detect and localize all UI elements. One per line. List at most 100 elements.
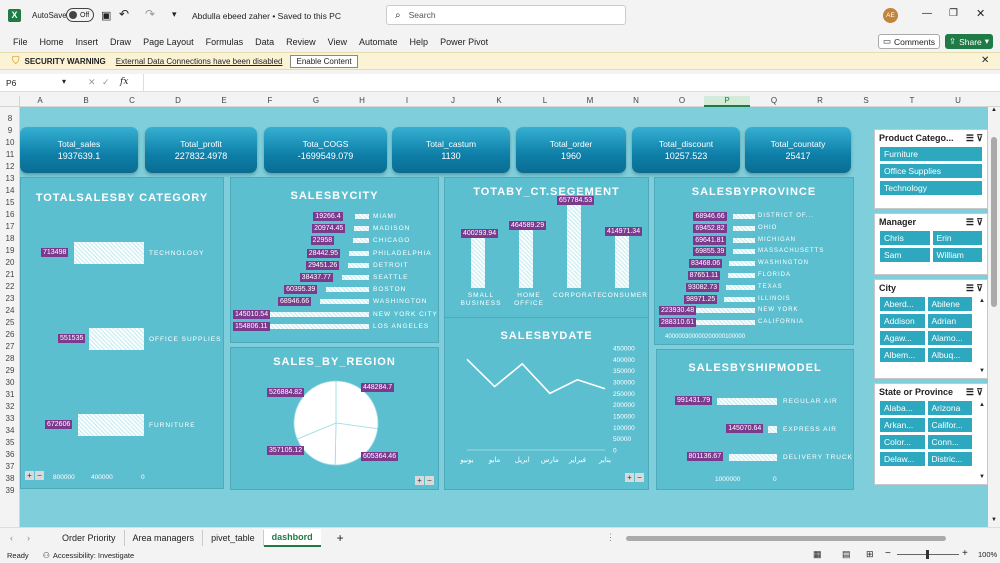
column-header[interactable]: U [950,96,966,107]
slicer-item[interactable]: Chris [879,230,931,246]
column-header[interactable]: D [170,96,186,107]
share-button[interactable]: ⇪ Share ▾ [945,34,993,49]
bar-province[interactable] [728,261,755,267]
slicer-item[interactable]: Albem... [879,347,926,363]
ribbon-tab[interactable]: File [13,37,28,47]
ribbon-tab[interactable]: Insert [76,37,99,47]
select-all-corner[interactable] [0,96,20,107]
scroll-up-icon[interactable]: ▲ [979,298,985,304]
bar-city[interactable] [348,250,369,256]
column-header[interactable]: J [445,96,461,107]
bar-segment[interactable] [519,228,533,288]
series-line[interactable] [466,358,606,395]
kpi-total-cogs[interactable]: Tota_COGS -1699549.079 [264,127,387,173]
column-header[interactable]: C [124,96,140,107]
scroll-up-icon[interactable]: ▲ [979,402,985,408]
comments-button[interactable]: ▭ Comments [878,34,940,49]
collapse-icon[interactable]: − [635,473,644,482]
column-header[interactable]: O [674,96,690,107]
column-header[interactable]: L [537,96,553,107]
zoom-out-icon[interactable]: − [885,548,891,559]
slicer-item[interactable]: Arizona [926,400,973,416]
close-icon[interactable]: ✕ [976,7,985,20]
column-header[interactable]: E [216,96,232,107]
ribbon-tab[interactable]: Draw [110,37,131,47]
column-header[interactable]: F [262,96,278,107]
slicer-item[interactable]: Conn... [926,434,973,450]
row-header[interactable]: 11 [0,150,20,159]
slicer-item[interactable]: Abilene [926,296,973,312]
row-header[interactable]: 29 [0,366,20,375]
avatar[interactable]: AE [883,8,898,23]
scroll-down-icon[interactable]: ▼ [979,368,985,374]
kpi-total-sales[interactable]: Total_sales 1937639.1 [20,127,138,173]
row-header[interactable]: 15 [0,198,20,207]
collapse-icon[interactable]: − [425,476,434,485]
autosave-toggle[interactable]: Off [66,8,94,22]
expand-icon[interactable]: + [415,476,424,485]
row-header[interactable]: 17 [0,222,20,231]
sheet-tab[interactable]: pivet_table [203,529,264,546]
kpi-total-quantity[interactable]: Total_countaty 25417 [745,127,851,173]
bar-office-supplies[interactable] [89,328,144,350]
row-header[interactable]: 13 [0,174,20,183]
ribbon-tab[interactable]: Review [286,37,316,47]
row-header[interactable]: 21 [0,270,20,279]
scroll-up-icon[interactable]: ▲ [991,107,997,113]
column-header[interactable]: M [582,96,598,107]
bar-province[interactable] [733,249,755,255]
row-header[interactable]: 14 [0,186,20,195]
bar-province[interactable] [727,273,755,278]
filter-icon[interactable]: ☰ ⊽ [966,283,983,293]
chart-sales-by-province[interactable]: SALESBYPROVINCE 68946.66 DISTRICT OF... 69… [654,177,854,345]
slicer-manager[interactable]: Manager ☰ ⊽ Chris Erin Sam William [874,213,988,275]
ribbon-tab[interactable]: Data [255,37,274,47]
chevron-down-icon[interactable]: ▾ [62,77,66,86]
bar-city[interactable] [354,226,369,232]
slicer-item[interactable]: Technology [879,180,983,196]
kpi-total-discount[interactable]: Total_discount 10257.523 [632,127,740,173]
redo-icon[interactable]: ↷ [145,7,155,21]
kpi-total-order[interactable]: Total_order 1960 [516,127,626,173]
row-header[interactable]: 35 [0,438,20,447]
column-header[interactable]: B [78,96,94,107]
enable-content-button[interactable]: Enable Content [290,54,358,68]
row-header[interactable]: 26 [0,330,20,339]
row-header[interactable]: 22 [0,282,20,291]
vertical-scrollbar[interactable]: ▲ ▼ [988,107,1000,527]
normal-view-icon[interactable]: ▦ [813,549,822,560]
bar-province[interactable] [724,296,755,302]
enter-icon[interactable]: ✓ [102,77,110,88]
accessibility-status[interactable]: Accessibility: Investigate [53,551,134,560]
scroll-thumb[interactable] [991,137,997,307]
slicer-state-province[interactable]: State or Province ☰ ⊽ Alaba... Arizona Ar… [874,383,988,485]
row-header[interactable]: 8 [0,114,20,123]
bar-ship-model[interactable] [768,426,777,433]
bar-city[interactable] [320,299,369,305]
filter-icon[interactable]: ☰ ⊽ [966,387,983,397]
bar-technology[interactable] [74,242,144,264]
bar-ship-model[interactable] [728,454,777,461]
ribbon-tab[interactable]: Automate [359,37,398,47]
slicer-item[interactable]: Alamo... [926,330,973,346]
column-header[interactable]: H [354,96,370,107]
column-header[interactable]: A [32,96,48,107]
search-box[interactable]: ⌕ Search [386,5,626,25]
slicer-item[interactable]: Delaw... [879,451,926,467]
slicer-item[interactable]: Califor... [926,417,973,433]
column-header[interactable]: S [858,96,874,107]
column-header[interactable]: K [491,96,507,107]
row-header[interactable]: 25 [0,318,20,327]
row-header[interactable]: 33 [0,414,20,423]
formula-input[interactable] [143,74,993,92]
chart-sales-by-ship-model[interactable]: SALESBYSHIPMODEL 991431.79 REGULAR AIR 145… [656,349,854,490]
ribbon-tab[interactable]: Page Layout [143,37,194,47]
page-break-icon[interactable]: ⊞ [866,549,874,560]
filter-icon[interactable]: ☰ ⊽ [966,133,983,143]
row-header[interactable]: 32 [0,402,20,411]
ribbon-tab[interactable]: Home [40,37,64,47]
tab-options-icon[interactable]: ⋮ [606,532,615,543]
insert-function-icon[interactable]: fx [120,77,128,87]
slicer-item[interactable]: Office Supplies [879,163,983,179]
row-header[interactable]: 20 [0,258,20,267]
